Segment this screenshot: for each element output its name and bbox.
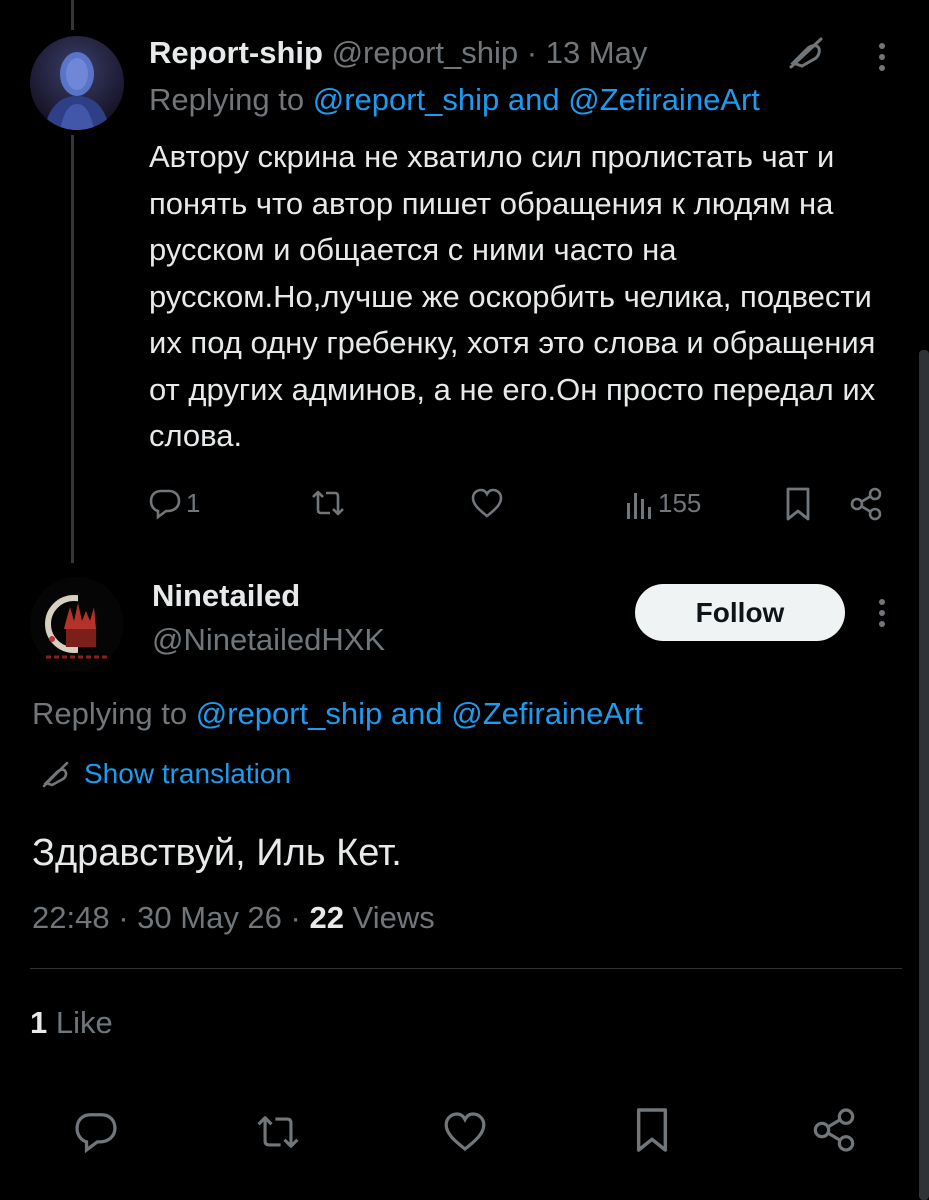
like-action[interactable] [442,1110,488,1153]
tweet-date[interactable]: 30 May 26 [137,900,282,935]
share-action[interactable] [810,1106,858,1154]
reply-action[interactable]: 1 [148,486,200,520]
replying-users-link[interactable]: @report_ship and @ZefiraineArt [313,82,760,117]
avatar-report-ship[interactable] [30,36,124,130]
tweet-meta: 22:48 · 30 May 26 · 22 Views [32,900,435,936]
reply-date[interactable]: 13 May [546,35,648,70]
like-icon [444,1112,486,1152]
replying-prefix: Replying to [149,82,305,117]
share-icon [813,1108,855,1152]
tweet-time[interactable]: 22:48 [32,900,110,935]
show-translation-link[interactable]: Show translation [40,758,291,790]
more-icon[interactable] [872,594,892,634]
reply-icon [75,1113,117,1154]
repost-action[interactable] [309,486,347,520]
replying-to-line: Replying to @report_ship and @ZefiraineA… [32,696,643,732]
main-author-handle[interactable]: @NinetailedHXK [152,622,385,658]
bookmark-action[interactable] [784,486,812,522]
repost-action[interactable] [253,1110,303,1154]
likes-summary[interactable]: 1 Like [30,1005,113,1041]
repost-icon [257,1116,299,1148]
share-icon [850,487,882,521]
reply-action[interactable] [73,1108,119,1154]
views-label: Views [352,900,435,935]
thread-connector-top [71,0,74,30]
thread-connector [71,135,74,563]
views-action[interactable]: 155 [626,488,701,519]
translate-icon [42,761,69,788]
likes-count: 1 [30,1005,48,1040]
replying-prefix: Replying to [32,696,188,731]
no-edit-icon [785,33,825,73]
share-action[interactable] [848,486,884,522]
likes-label: Like [55,1005,113,1040]
reply-count: 1 [186,487,201,518]
reply-tweet-text: Автору скрина не хватило сил пролистать … [149,139,876,453]
main-tweet-text: Здравствуй, Иль Кет. [32,832,402,874]
like-action[interactable] [470,487,504,519]
views-count: 155 [658,488,702,518]
follow-button[interactable]: Follow [635,584,845,641]
replying-users-link[interactable]: @report_ship and @ZefiraineArt [196,696,643,731]
like-icon [471,488,503,518]
more-icon[interactable] [872,38,892,78]
reply-author-name[interactable]: Report-ship [149,35,323,70]
bookmark-action[interactable] [633,1106,671,1154]
views-icon [627,492,651,519]
header-separator: · [526,35,538,70]
main-author-name[interactable]: Ninetailed [152,578,300,614]
avatar-ninetailed[interactable] [30,577,124,671]
scrollbar[interactable] [919,350,929,1200]
replying-to-line: Replying to @report_ship and @ZefiraineA… [149,82,760,118]
reply-author-handle[interactable]: @report_ship [332,35,519,70]
meta-separator: · [118,900,129,935]
meta-separator: · [290,900,301,935]
bookmark-icon [636,1108,668,1152]
divider [30,968,902,969]
views-count: 22 [309,900,344,935]
reply-tweet-header: Report-ship @report_ship · 13 May [149,35,647,71]
show-translation-label: Show translation [84,758,292,789]
repost-icon [312,490,344,516]
reply-icon [149,489,181,520]
bookmark-icon [786,487,810,521]
